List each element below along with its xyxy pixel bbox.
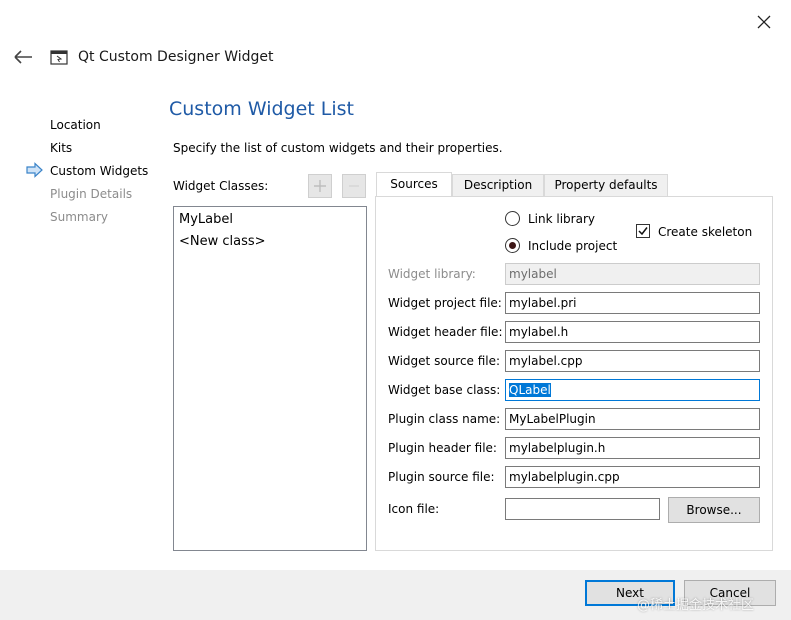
current-step-arrow-icon <box>25 162 45 178</box>
list-item[interactable]: <New class> <box>179 234 266 249</box>
include-project-label: Include project <box>528 239 618 253</box>
field-value: mylabel.pri <box>509 296 577 310</box>
nav-step-plugin-details: Plugin Details <box>50 187 133 201</box>
plugin-class-name-input[interactable]: MyLabelPlugin <box>505 408 760 430</box>
create-skeleton-checkbox[interactable] <box>636 224 650 238</box>
remove-class-button[interactable] <box>342 174 366 198</box>
tab-description[interactable]: Description <box>452 174 544 197</box>
nav-step-location: Location <box>50 118 101 132</box>
close-icon[interactable] <box>752 10 776 34</box>
plugin-source-file-input[interactable]: mylabelplugin.cpp <box>505 466 760 488</box>
link-library-label: Link library <box>528 212 595 226</box>
plugin-header-file-label: Plugin header file: <box>388 441 497 455</box>
widget-header-file-input[interactable]: mylabel.h <box>505 321 760 343</box>
icon-file-label: Icon file: <box>388 502 440 516</box>
include-project-radio[interactable] <box>505 238 520 253</box>
widget-classes-label: Widget Classes: <box>173 179 269 193</box>
field-value: mylabelplugin.h <box>509 441 606 455</box>
widget-project-file-input[interactable]: mylabel.pri <box>505 292 760 314</box>
widget-library-label: Widget library: <box>388 267 476 281</box>
widget-source-file-label: Widget source file: <box>388 354 501 368</box>
checkmark-icon <box>638 227 648 236</box>
tab-sources[interactable]: Sources <box>376 172 452 197</box>
field-value: mylabel.h <box>509 325 569 339</box>
selected-text: QLabel <box>509 383 551 397</box>
icon-file-input[interactable] <box>505 498 660 520</box>
back-arrow-icon[interactable] <box>12 47 34 67</box>
add-class-button[interactable] <box>308 174 332 198</box>
browse-button[interactable]: Browse... <box>668 497 760 523</box>
widget-class-list[interactable]: MyLabel <New class> <box>173 206 367 551</box>
window-title: Qt Custom Designer Widget <box>78 49 274 65</box>
tab-property-defaults[interactable]: Property defaults <box>544 174 668 197</box>
create-skeleton-label: Create skeleton <box>658 225 753 239</box>
page-title: Custom Widget List <box>169 98 354 120</box>
widget-base-class-input[interactable]: QLabel <box>505 379 760 401</box>
minus-icon <box>349 185 359 187</box>
nav-step-kits: Kits <box>50 141 73 155</box>
widget-source-file-input[interactable]: mylabel.cpp <box>505 350 760 372</box>
link-library-radio[interactable] <box>505 211 520 226</box>
nav-step-custom-widgets: Custom Widgets <box>50 164 149 178</box>
nav-step-summary: Summary <box>50 210 108 224</box>
plugin-class-name-label: Plugin class name: <box>388 412 501 426</box>
plugin-source-file-label: Plugin source file: <box>388 470 495 484</box>
field-value: mylabel.cpp <box>509 354 583 368</box>
field-value: mylabelplugin.cpp <box>509 470 620 484</box>
plus-icon <box>314 180 326 192</box>
widget-project-file-label: Widget project file: <box>388 296 502 310</box>
widget-base-class-label: Widget base class: <box>388 383 501 397</box>
field-value: MyLabelPlugin <box>509 412 596 426</box>
widget-header-file-label: Widget header file: <box>388 325 503 339</box>
page-subtitle: Specify the list of custom widgets and t… <box>173 141 503 155</box>
plugin-header-file-input[interactable]: mylabelplugin.h <box>505 437 760 459</box>
qt-window-icon <box>50 49 68 65</box>
watermark-text: @稀土掘金技术社区 <box>637 598 755 613</box>
field-value: mylabel <box>509 267 557 281</box>
widget-library-input: mylabel <box>505 263 760 285</box>
list-item[interactable]: MyLabel <box>179 212 233 227</box>
